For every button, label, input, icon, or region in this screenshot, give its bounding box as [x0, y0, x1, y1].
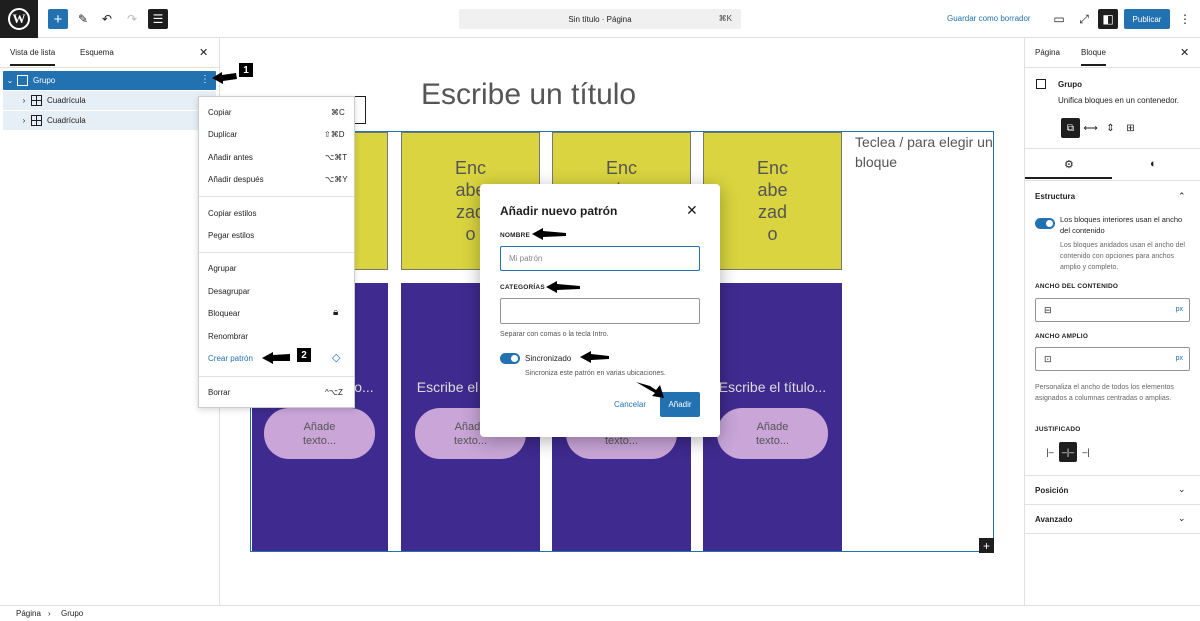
- annotation-arrows: [212, 72, 664, 398]
- arrow-icon: [532, 228, 566, 240]
- arrow-icon: [636, 382, 664, 398]
- arrow-icon: [262, 352, 290, 364]
- arrow-icon: [212, 72, 237, 84]
- step-badge-2: 2: [296, 347, 312, 363]
- step-badge-1: 1: [238, 62, 254, 78]
- arrow-icon: [546, 281, 580, 293]
- arrow-icon: [580, 351, 609, 363]
